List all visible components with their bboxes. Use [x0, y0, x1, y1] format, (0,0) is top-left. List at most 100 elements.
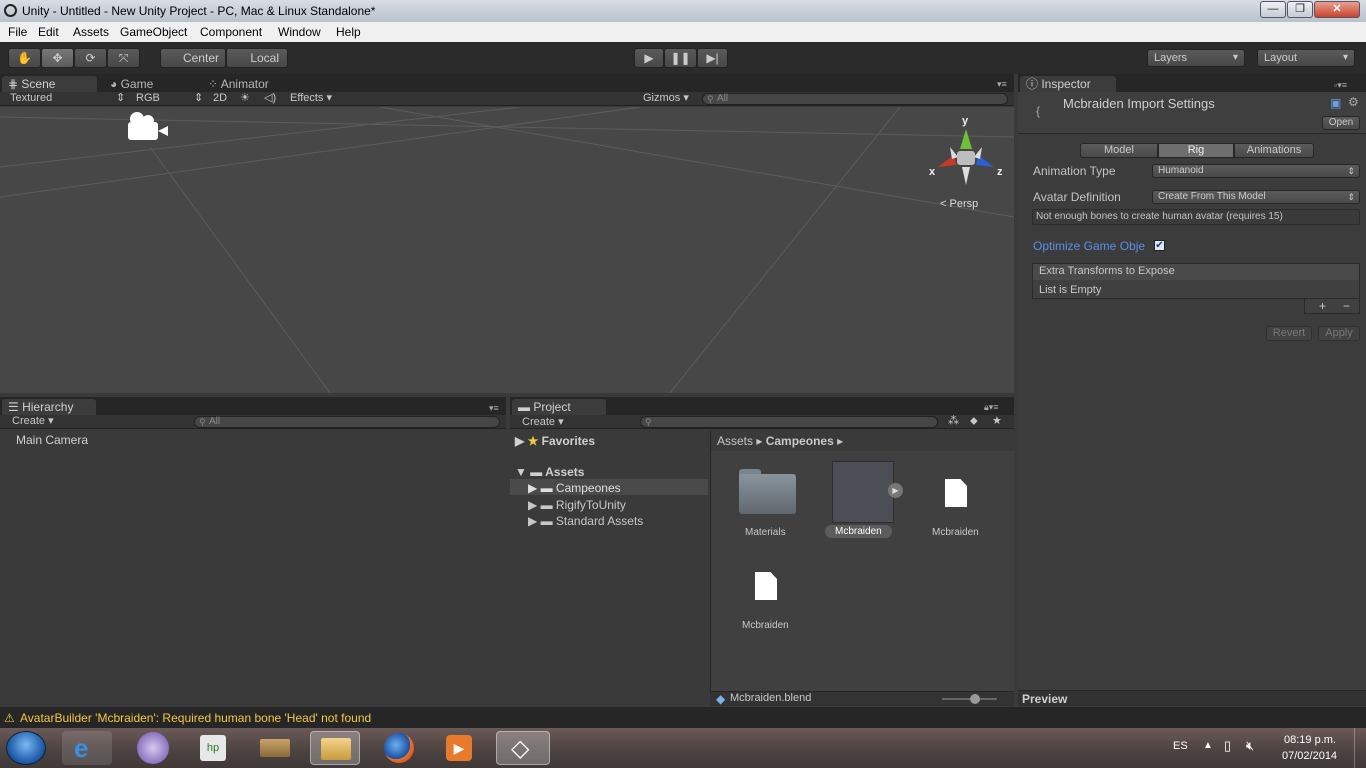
- color-mode-dropdown[interactable]: RGB ⇕: [136, 92, 206, 105]
- taskbar-explorer-icon[interactable]: [310, 731, 360, 765]
- pause-button[interactable]: ❚❚: [664, 48, 697, 68]
- menu-file[interactable]: File: [8, 25, 27, 39]
- menu-gameobject[interactable]: GameObject: [120, 25, 187, 39]
- filter-label-icon[interactable]: ⬥: [970, 415, 978, 428]
- filter-type-icon[interactable]: ⁂: [948, 415, 959, 428]
- taskbar-firefox-icon[interactable]: [374, 731, 424, 765]
- menu-component[interactable]: Component: [200, 25, 262, 39]
- tab-game[interactable]: ◕ Game: [104, 76, 194, 92]
- taskbar-unity-icon[interactable]: ◇: [496, 731, 550, 765]
- minimize-button[interactable]: —: [1260, 1, 1286, 18]
- start-button[interactable]: [6, 731, 46, 765]
- project-search-input[interactable]: [640, 416, 938, 428]
- show-hidden-icons[interactable]: ▲: [1203, 740, 1213, 751]
- help-icon[interactable]: ▣: [1330, 96, 1341, 110]
- project-lock-icon[interactable]: 🔒︎▾≡: [984, 402, 999, 413]
- breadcrumb-campeones[interactable]: Campeones: [766, 434, 834, 448]
- menu-assets[interactable]: Assets: [73, 25, 109, 39]
- language-indicator[interactable]: ES: [1173, 740, 1188, 752]
- scene-viewport[interactable]: y x z < Persp: [0, 107, 1014, 393]
- layout-dropdown[interactable]: Layout: [1257, 49, 1355, 67]
- gizmo-z-label: z: [997, 166, 1003, 178]
- tab-inspector[interactable]: ⓘ Inspector: [1020, 76, 1116, 92]
- close-button[interactable]: ✕: [1314, 1, 1360, 18]
- hierarchy-item[interactable]: Main Camera: [16, 433, 88, 447]
- show-desktop-button[interactable]: [1354, 728, 1366, 768]
- orientation-gizmo[interactable]: y x z: [928, 115, 1008, 195]
- remove-item-button[interactable]: −: [1343, 299, 1350, 313]
- apply-button[interactable]: Apply: [1318, 326, 1360, 341]
- inspector-lock-icon[interactable]: ▫▾≡: [1334, 80, 1347, 91]
- taskbar-media-icon[interactable]: ▶: [434, 731, 484, 765]
- asset-materials-folder[interactable]: [739, 469, 797, 517]
- tab-project[interactable]: ▬ Project: [512, 399, 606, 415]
- mode-2d-toggle[interactable]: 2D: [213, 92, 227, 105]
- tab-animator[interactable]: ⁘ Animator: [202, 76, 302, 92]
- avatar-definition-dropdown[interactable]: Create From This Model: [1152, 190, 1360, 204]
- camera-icon[interactable]: [128, 112, 168, 140]
- effects-dropdown[interactable]: Effects ▾: [290, 92, 332, 105]
- folder-item[interactable]: ▶ ▬ Standard Assets: [528, 514, 643, 528]
- optimize-checkbox[interactable]: ✔: [1154, 240, 1165, 251]
- folder-item[interactable]: ▶ ▬ RigifyToUnity: [528, 498, 626, 512]
- scale-tool-icon[interactable]: ⤧: [107, 48, 140, 68]
- gizmos-dropdown[interactable]: Gizmos ▾: [643, 92, 689, 105]
- asset-mcbraiden-file[interactable]: [945, 479, 967, 507]
- subtab-model[interactable]: Model: [1080, 143, 1158, 158]
- pivot-center-button[interactable]: Center: [160, 48, 226, 68]
- step-button[interactable]: ▶|: [697, 48, 728, 68]
- taskbar-ie-icon[interactable]: e: [62, 731, 112, 765]
- preview-bar[interactable]: Preview: [1018, 690, 1366, 706]
- hierarchy-create-label: Create: [12, 415, 46, 427]
- asset-mcbraiden-file[interactable]: [755, 572, 777, 600]
- scene-audio-icon[interactable]: ◁): [264, 92, 276, 105]
- hand-tool-icon[interactable]: ✋: [8, 48, 41, 68]
- pivot-local-button[interactable]: Local: [226, 48, 288, 68]
- tab-scene[interactable]: ⋕ Scene: [2, 76, 97, 92]
- tray-device-icon[interactable]: ▯: [1224, 738, 1231, 754]
- maximize-button[interactable]: ❐: [1287, 1, 1313, 18]
- revert-button[interactable]: Revert: [1266, 326, 1312, 341]
- panel-menu-icon[interactable]: ▾≡: [997, 79, 1007, 90]
- zoom-slider-thumb[interactable]: [970, 694, 980, 704]
- open-button[interactable]: Open: [1322, 116, 1360, 130]
- gear-icon[interactable]: ⚙: [1348, 95, 1359, 109]
- hierarchy-create-dropdown[interactable]: Create ▾: [12, 415, 54, 428]
- folder-item-selected[interactable]: ▶ ▬ Campeones: [510, 479, 708, 495]
- clock-time[interactable]: 08:19 p.m.: [1284, 734, 1336, 746]
- taskbar-torrent-icon[interactable]: [128, 731, 178, 765]
- favorites-item[interactable]: ▶ ★ Favorites: [515, 434, 595, 448]
- project-create-dropdown[interactable]: Create ▾: [522, 416, 564, 429]
- zoom-slider[interactable]: [942, 694, 997, 704]
- play-button[interactable]: ▶: [634, 48, 664, 68]
- tab-hierarchy[interactable]: ☰ Hierarchy: [2, 399, 96, 415]
- menu-edit[interactable]: Edit: [38, 25, 59, 39]
- projection-label[interactable]: < Persp: [940, 198, 978, 210]
- tray-volume-icon[interactable]: 🔇︎: [1246, 738, 1254, 754]
- layers-dropdown[interactable]: Layers: [1147, 49, 1245, 67]
- render-mode-dropdown[interactable]: Textured ⇕: [10, 92, 125, 105]
- expand-arrow-icon[interactable]: ▶: [888, 483, 903, 498]
- subtab-rig[interactable]: Rig: [1158, 143, 1234, 158]
- add-item-button[interactable]: +: [1319, 299, 1326, 313]
- asset-mcbraiden-model[interactable]: [832, 461, 894, 523]
- subtab-animations[interactable]: Animations: [1234, 143, 1314, 158]
- clock-date[interactable]: 07/02/2014: [1282, 750, 1337, 762]
- hierarchy-search-input[interactable]: All: [194, 416, 500, 428]
- status-message: AvatarBuilder 'Mcbraiden': Required huma…: [20, 711, 372, 725]
- taskbar-app-icon[interactable]: [250, 731, 300, 765]
- windows-taskbar: e hp ▶ ◇ ES ▲ ▯ 🔇︎ 08:19 p.m. 07/02/2014: [0, 728, 1366, 768]
- breadcrumb-assets[interactable]: Assets: [717, 434, 753, 448]
- rotate-tool-icon[interactable]: ⟳: [74, 48, 107, 68]
- move-tool-icon[interactable]: ✥: [41, 48, 74, 68]
- hierarchy-menu-icon[interactable]: ▾≡: [489, 403, 499, 414]
- assets-root-item[interactable]: ▼ ▬ Assets: [515, 465, 584, 479]
- menu-window[interactable]: Window: [278, 25, 321, 39]
- taskbar-hp-icon[interactable]: hp: [188, 731, 238, 765]
- menu-help[interactable]: Help: [336, 25, 361, 39]
- scene-lighting-icon[interactable]: ☀: [240, 92, 250, 105]
- scene-search-input[interactable]: All: [702, 93, 1008, 105]
- favorite-star-icon[interactable]: ★: [992, 415, 1002, 428]
- status-bar[interactable]: ⚠ AvatarBuilder 'Mcbraiden': Required hu…: [0, 707, 1366, 728]
- animation-type-dropdown[interactable]: Humanoid: [1152, 164, 1360, 178]
